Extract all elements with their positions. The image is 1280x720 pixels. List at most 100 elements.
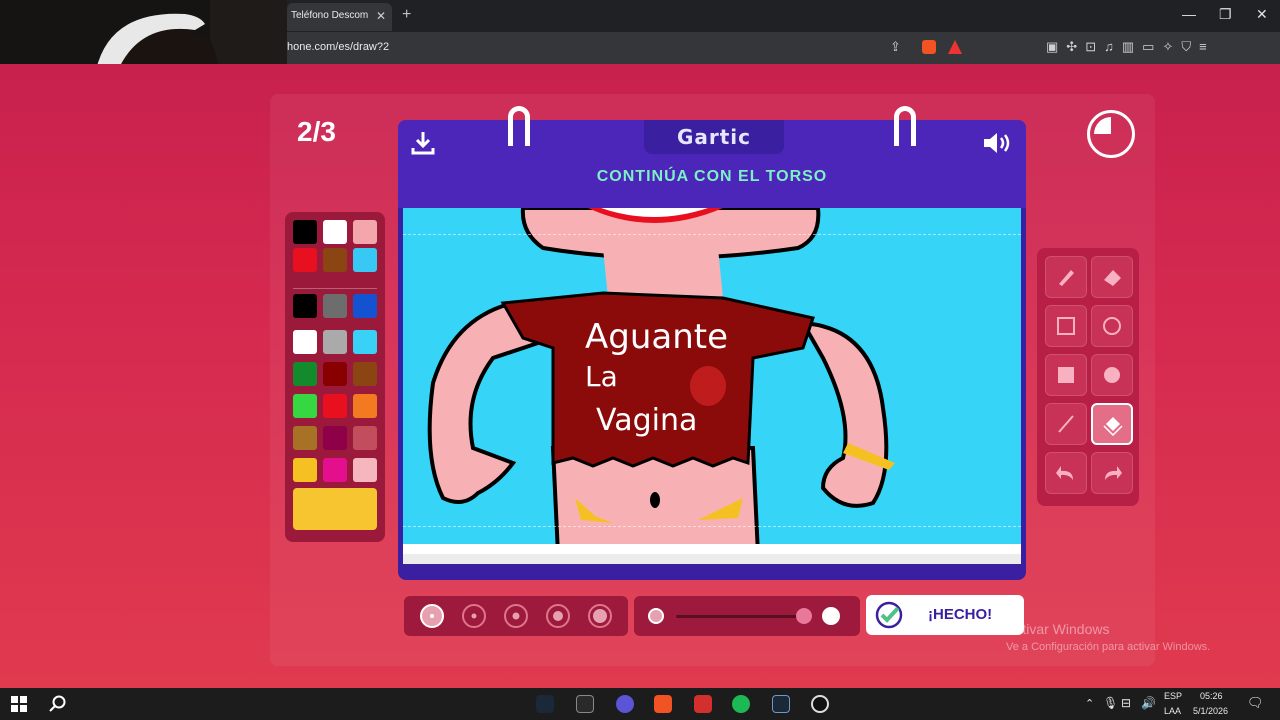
epic-games-icon[interactable]: [576, 695, 594, 713]
color-swatch[interactable]: [323, 426, 347, 450]
drawing-prompt: CONTINÚA CON EL TORSO: [596, 168, 828, 185]
brush-size-4[interactable]: [546, 604, 570, 628]
vpn-icon[interactable]: ⛉: [1181, 39, 1191, 55]
mic-icon[interactable]: 🎙: [1103, 696, 1118, 710]
color-swatch[interactable]: [293, 458, 317, 482]
brave-icon[interactable]: [654, 695, 672, 713]
color-swatch[interactable]: [323, 220, 347, 244]
guide-line-bottom: [403, 526, 1021, 527]
notifications-icon[interactable]: 🗨: [1247, 695, 1264, 711]
spotify-icon[interactable]: [732, 695, 750, 713]
reader-icon[interactable]: ▣: [1046, 39, 1058, 55]
maximize-icon[interactable]: ❐: [1219, 6, 1232, 23]
color-swatch[interactable]: [323, 294, 347, 318]
square-outline-icon: [1057, 317, 1075, 335]
undo-icon: [1056, 466, 1073, 480]
drawing-canvas[interactable]: Aguante La Vagina: [403, 208, 1021, 554]
pencil-icon: [1059, 270, 1074, 286]
activate-subtitle: Ve a Configuración para activar Windows.: [1006, 641, 1211, 653]
color-swatch[interactable]: [293, 394, 317, 418]
line-tool-button[interactable]: [1045, 403, 1087, 445]
done-button[interactable]: ¡HECHO!: [866, 595, 1024, 635]
tray-chevron-icon[interactable]: ⌃: [1085, 697, 1094, 710]
opacity-slider[interactable]: [676, 615, 810, 618]
circle-filled-tool-button[interactable]: [1091, 354, 1133, 396]
download-icon[interactable]: [410, 130, 436, 156]
color-swatch[interactable]: [353, 330, 377, 354]
discord-icon[interactable]: [616, 695, 634, 713]
brush-size-3[interactable]: [504, 604, 528, 628]
volume-icon[interactable]: 🔊: [1141, 696, 1156, 710]
url-field[interactable]: hone.com/es/draw?2: [287, 41, 389, 53]
obs-icon[interactable]: [811, 695, 829, 713]
redo-tool-button[interactable]: [1091, 452, 1133, 494]
brush-size-5[interactable]: [588, 604, 612, 628]
app-red-icon[interactable]: [694, 695, 712, 713]
network-icon[interactable]: ⊟: [1121, 696, 1131, 710]
media-icon[interactable]: ♫: [1104, 39, 1114, 55]
language-layout[interactable]: LAA: [1164, 706, 1181, 716]
color-swatch[interactable]: [353, 458, 377, 482]
color-swatch[interactable]: [353, 220, 377, 244]
sidebar-icon[interactable]: ▥: [1122, 39, 1134, 55]
color-swatch[interactable]: [353, 362, 377, 386]
brave-shields-icon[interactable]: [922, 40, 936, 54]
check-icon: [875, 601, 903, 629]
browser-tab[interactable]: Teléfono Descom ✕: [287, 3, 392, 31]
color-swatch[interactable]: [353, 294, 377, 318]
color-swatch[interactable]: [293, 362, 317, 386]
color-swatch[interactable]: [293, 248, 317, 272]
drawing-board: Gartic CONTINÚA CON EL TORSO Aguante La …: [398, 106, 1026, 580]
leo-icon[interactable]: ✧: [1162, 39, 1173, 55]
eraser-tool-button[interactable]: [1091, 256, 1133, 298]
windows-start-icon[interactable]: [11, 696, 27, 712]
close-window-icon[interactable]: ✕: [1256, 6, 1268, 23]
steam-icon[interactable]: [536, 695, 554, 713]
share-icon[interactable]: ⇪: [890, 39, 901, 55]
undo-tool-button[interactable]: [1045, 452, 1087, 494]
clock-date[interactable]: 5/1/2026: [1193, 706, 1228, 716]
steam-2-icon[interactable]: [772, 695, 790, 713]
fill-bucket-tool-button[interactable]: [1091, 403, 1133, 445]
circle-filled-icon: [1104, 367, 1120, 383]
clock-time[interactable]: 05:26: [1200, 691, 1223, 701]
color-swatch[interactable]: [353, 426, 377, 450]
color-swatch[interactable]: [323, 362, 347, 386]
square-filled-tool-button[interactable]: [1045, 354, 1087, 396]
current-color-swatch: [293, 488, 377, 530]
color-swatch[interactable]: [293, 294, 317, 318]
shirt-text-line-2: La: [585, 360, 618, 393]
brush-size-1[interactable]: [420, 604, 444, 628]
tab-close-icon[interactable]: ✕: [376, 3, 386, 29]
menu-icon[interactable]: ≡: [1199, 39, 1207, 55]
minimize-icon[interactable]: —: [1182, 6, 1196, 22]
language-code[interactable]: ESP: [1164, 691, 1182, 701]
round-counter: 2/3: [297, 116, 336, 147]
color-swatch[interactable]: [293, 330, 317, 354]
opacity-slider-handle[interactable]: [796, 608, 812, 624]
sound-icon[interactable]: [982, 130, 1014, 156]
color-swatch[interactable]: [323, 458, 347, 482]
color-swatch[interactable]: [293, 220, 317, 244]
circle-outline-tool-button[interactable]: [1091, 305, 1133, 347]
square-outline-tool-button[interactable]: [1045, 305, 1087, 347]
extensions-icon[interactable]: ✣: [1066, 39, 1077, 55]
opacity-max-button[interactable]: [822, 607, 840, 625]
screenshot-icon[interactable]: ⊡: [1085, 39, 1096, 55]
color-swatch[interactable]: [353, 248, 377, 272]
gartic-logo: Gartic: [644, 120, 784, 154]
activate-title: Activar Windows: [1006, 621, 1110, 637]
drawing-artwork: Aguante La Vagina: [427, 208, 895, 544]
color-swatch[interactable]: [323, 248, 347, 272]
opacity-min-button[interactable]: [648, 608, 664, 624]
color-swatch[interactable]: [293, 426, 317, 450]
eraser-icon: [1104, 270, 1121, 286]
search-icon[interactable]: [49, 695, 67, 713]
pencil-tool-button[interactable]: [1045, 256, 1087, 298]
color-swatch[interactable]: [323, 394, 347, 418]
wallet-icon[interactable]: ▭: [1142, 39, 1154, 55]
color-swatch[interactable]: [353, 394, 377, 418]
brush-size-2[interactable]: [462, 604, 486, 628]
new-tab-button[interactable]: +: [402, 6, 411, 24]
color-swatch[interactable]: [323, 330, 347, 354]
